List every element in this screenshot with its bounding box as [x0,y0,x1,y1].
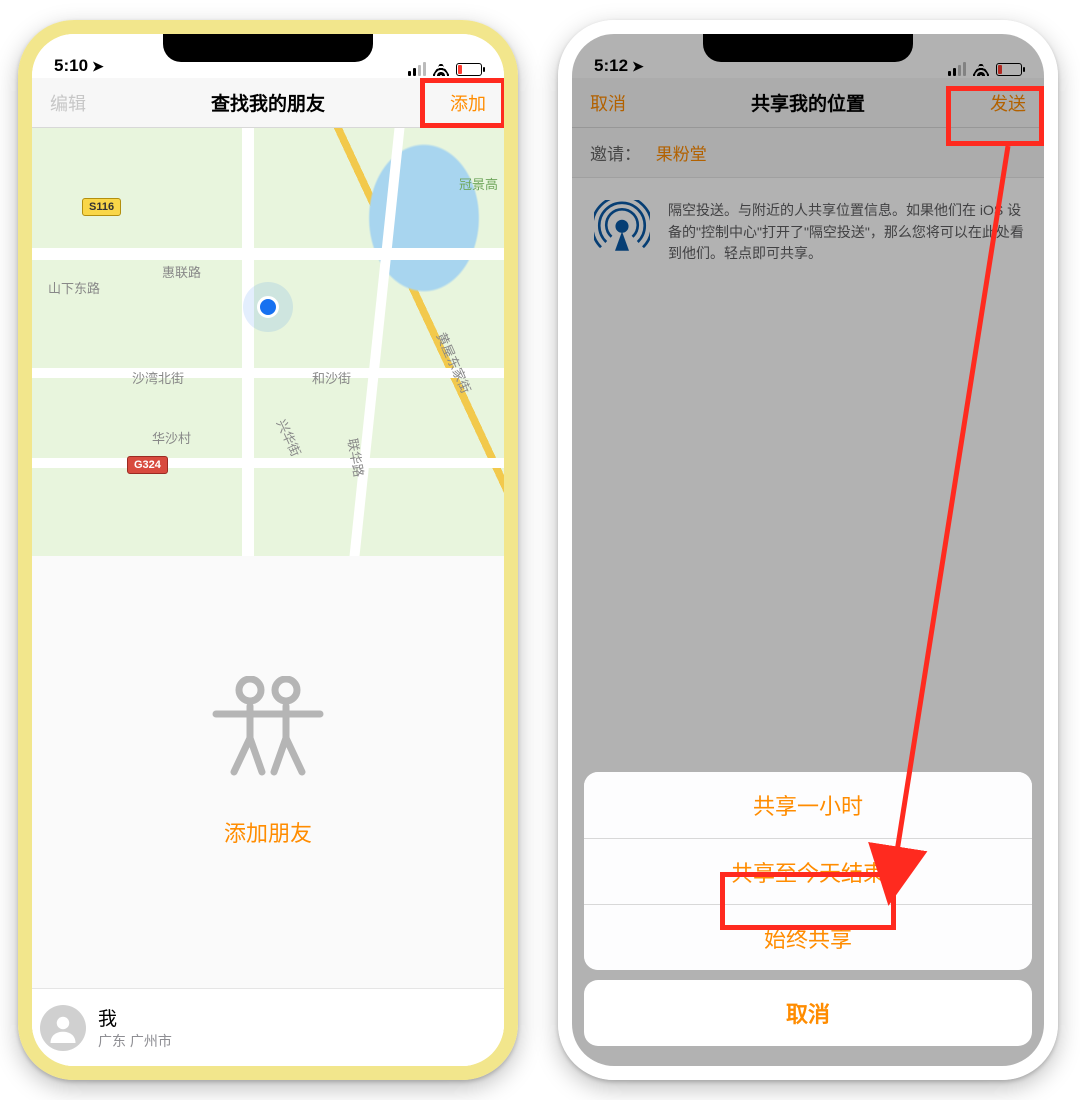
location-services-icon: ➤ [92,58,104,75]
edit-button[interactable]: 编辑 [50,90,86,116]
status-time: 5:10 [54,56,88,76]
page-title: 查找我的朋友 [211,89,325,116]
map-view[interactable]: S116 G324 冠景高 惠联路 山下东路 沙湾北街 和沙街 华沙村 兴华街 … [32,128,504,556]
add-friends-card[interactable]: 添加朋友 [32,556,504,848]
battery-low-icon [456,63,482,76]
avatar-icon [40,1005,86,1051]
signal-icon [408,62,426,76]
share-cancel-button[interactable]: 取消 [584,980,1032,1046]
map-label-huashacun: 华沙村 [152,428,191,447]
map-label-shawanbeijie: 沙湾北街 [132,368,184,387]
notch [163,34,373,62]
map-water [334,128,504,338]
phone-right: 5:12 ➤ 取消 共享我的位置 发送 邀请： 果粉堂 [558,20,1058,1080]
map-label-heshajie: 和沙街 [312,368,351,387]
map-label-xinghuajie: 兴华街 [273,416,307,459]
me-location: 广东 广州市 [98,1031,172,1051]
share-one-hour-button[interactable]: 共享一小时 [584,772,1032,838]
notch [703,34,913,62]
highlight-share-indefinitely [720,872,896,930]
current-location-dot [257,296,279,318]
map-label-guanjinggao: 冠景高 [459,174,498,193]
highlight-add-button [420,78,504,128]
me-row[interactable]: 我 广东 广州市 [32,988,504,1066]
me-name: 我 [98,1004,172,1031]
map-label-shanxia: 山下东路 [48,278,100,297]
wifi-icon [432,62,450,76]
map-label-huangwu: 黄屋东家街 [433,329,477,396]
add-friends-label: 添加朋友 [32,816,504,848]
friends-icon [32,676,504,782]
phone-left: 5:10 ➤ 编辑 查找我的朋友 添加 S116 G324 [18,20,518,1080]
road-shield-g324: G324 [127,456,168,474]
road-shield-s116: S116 [82,198,121,216]
highlight-send-button [946,86,1044,146]
map-label-huilian: 惠联路 [162,262,201,281]
